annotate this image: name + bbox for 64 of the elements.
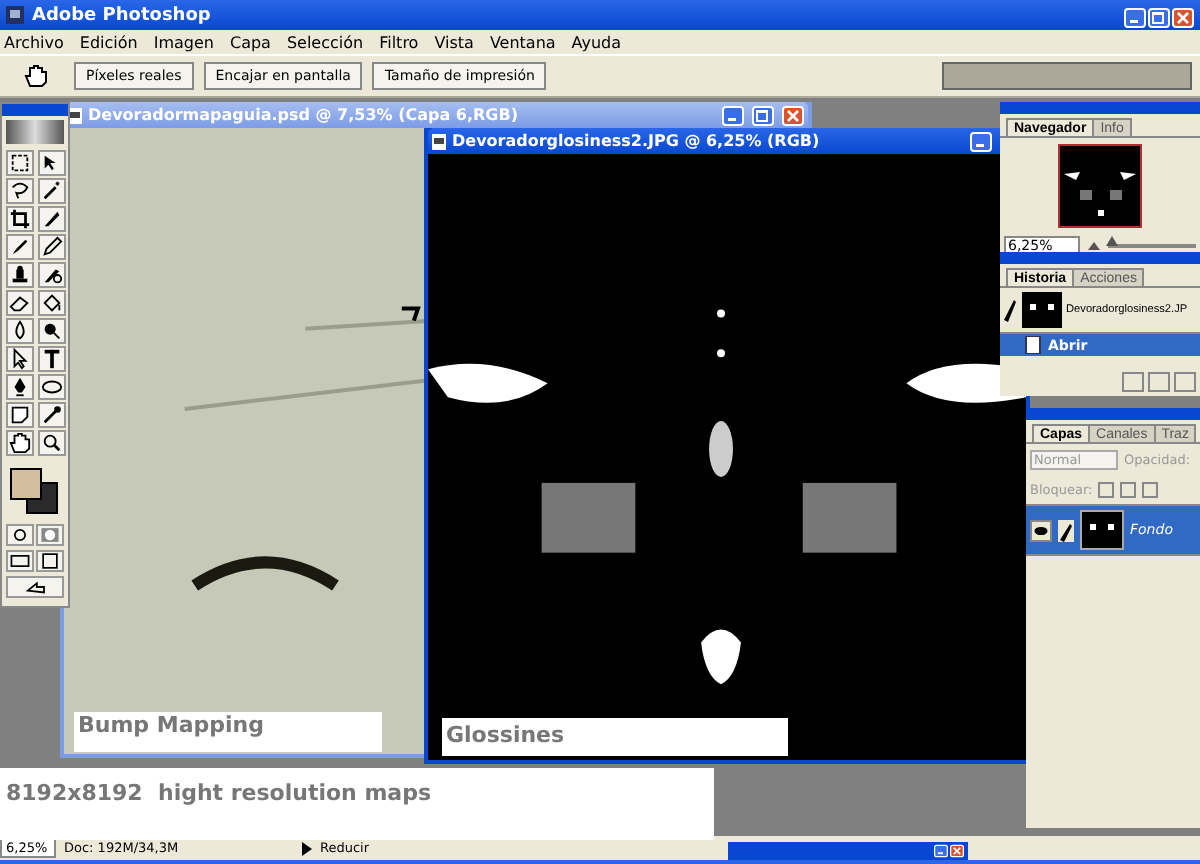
hand-icon[interactable] (6, 430, 34, 456)
brush-icon[interactable] (6, 234, 34, 260)
navigator-thumbnail[interactable] (1058, 144, 1142, 228)
full-screen-icon[interactable] (36, 550, 64, 572)
color-swatches[interactable] (6, 464, 64, 516)
type-tool-icon[interactable] (38, 346, 66, 372)
menu-item[interactable]: Archivo (4, 33, 64, 51)
jump-to-icon[interactable] (6, 576, 64, 598)
move-icon[interactable] (38, 150, 66, 176)
minimize-button[interactable] (970, 131, 992, 151)
eye-icon[interactable] (1030, 519, 1052, 541)
lock-options-icon[interactable] (1098, 482, 1159, 498)
pencil-icon[interactable] (38, 234, 66, 260)
screen-mode-icon[interactable] (6, 550, 34, 572)
lasso-icon[interactable] (6, 178, 34, 204)
stamp-icon[interactable] (6, 262, 34, 288)
menu-item[interactable]: Imagen (153, 33, 214, 51)
drop-icon[interactable] (6, 318, 34, 344)
menu-item[interactable]: Ayuda (571, 33, 622, 51)
minimize-button[interactable] (934, 844, 948, 858)
eraser-icon[interactable] (6, 290, 34, 316)
caption-text: 8192x8192 hight resolution maps (6, 780, 432, 806)
magic-wand-icon[interactable] (38, 178, 66, 204)
zoom-icon[interactable] (38, 430, 66, 456)
hand-icon[interactable] (24, 64, 48, 88)
menu-item[interactable]: Selección (286, 33, 364, 51)
document-title: Devoradorglosiness2.JPG @ 6,25% (RGB) (452, 132, 822, 150)
snapshot-icon[interactable] (1148, 372, 1170, 392)
app-icon (6, 6, 24, 24)
slice-icon[interactable] (38, 206, 66, 232)
close-button[interactable] (782, 105, 804, 125)
snapshot-thumbnail[interactable] (1022, 292, 1062, 328)
crop-icon[interactable] (6, 206, 34, 232)
bucket-icon[interactable] (38, 290, 66, 316)
close-button[interactable] (1172, 7, 1194, 28)
pen-icon[interactable] (6, 374, 34, 400)
menu-item[interactable]: Capa (229, 33, 271, 51)
eyedropper-icon[interactable] (38, 402, 66, 428)
overlay-label: Bump Mapping (76, 712, 266, 738)
document-icon (1024, 336, 1042, 354)
trash-icon[interactable] (1174, 372, 1196, 392)
menu-item[interactable]: Edición (79, 33, 138, 51)
brush-icon (1058, 519, 1074, 541)
restore-button[interactable] (1148, 7, 1170, 28)
minimize-button[interactable] (722, 105, 744, 125)
menu-item[interactable]: Ventana (489, 33, 556, 51)
close-button[interactable] (950, 844, 964, 858)
play-arrow-icon[interactable] (302, 841, 312, 855)
history-brush-icon[interactable] (38, 262, 66, 288)
app-title: Adobe Photoshop (32, 5, 213, 25)
document-title: Devoradormapaguia.psd @ 7,53% (Capa 6,RGB) (88, 106, 520, 124)
menu-item[interactable]: Vista (434, 33, 474, 51)
menu-item[interactable]: Filtro (379, 33, 419, 51)
maximize-button[interactable] (752, 105, 774, 125)
minimize-button[interactable] (1124, 7, 1146, 28)
ellipse-icon[interactable] (38, 374, 66, 400)
note-icon[interactable] (6, 402, 34, 428)
layer-thumbnail (1080, 510, 1124, 550)
overlay-label: Glossines (444, 720, 567, 752)
marquee-icon[interactable] (6, 150, 34, 176)
new-document-icon[interactable] (1122, 372, 1144, 392)
document-icon (432, 133, 446, 149)
dodge-icon[interactable] (38, 318, 66, 344)
standard-mode-icon[interactable] (6, 524, 34, 546)
